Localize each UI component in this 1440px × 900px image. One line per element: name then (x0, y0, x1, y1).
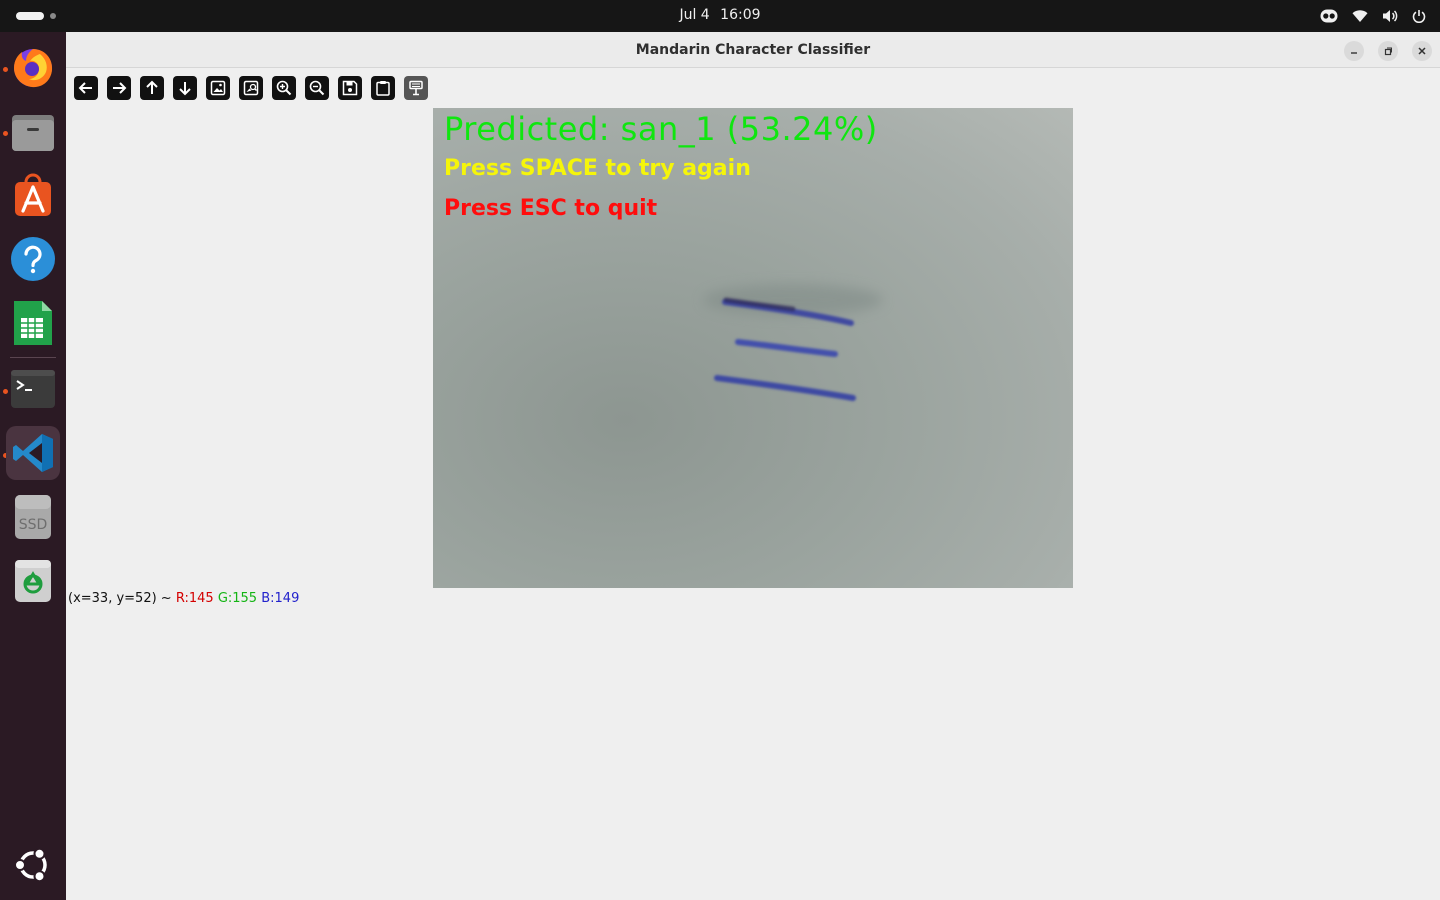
title-bar[interactable]: Mandarin Character Classifier (66, 32, 1440, 68)
remote-desktop-icon[interactable] (1320, 9, 1338, 23)
app-window: Mandarin Character Classifier Predicted:… (66, 32, 1440, 900)
maximize-button[interactable] (1378, 41, 1398, 61)
prediction-text: Predicted: san_1 (53.24%) (444, 110, 878, 148)
firefox-icon (10, 44, 56, 90)
dock-item-calc[interactable] (6, 296, 60, 350)
copy-to-clipboard-button[interactable] (371, 76, 395, 100)
terminal-icon (10, 369, 56, 409)
show-apps-button[interactable] (6, 838, 60, 892)
pixel-red-value: R:145 (175, 591, 214, 606)
clock[interactable]: Jul 4 16:09 (0, 0, 1440, 32)
ubuntu-logo-icon (14, 846, 52, 884)
spreadsheet-icon (10, 298, 56, 348)
dock-item-terminal[interactable] (6, 362, 60, 416)
dock-item-vscode[interactable] (6, 426, 60, 480)
zoom-out-button[interactable] (305, 76, 329, 100)
minimize-button[interactable] (1344, 41, 1364, 61)
dock-item-app-center[interactable] (6, 168, 60, 222)
clock-date: Jul 4 (679, 7, 710, 23)
save-button[interactable] (338, 76, 362, 100)
files-icon (10, 108, 56, 154)
vscode-icon (11, 431, 55, 475)
dock-item-ssd[interactable]: SSD (6, 490, 60, 544)
app-center-icon (10, 172, 56, 218)
arrow-up-icon (146, 80, 158, 94)
pan-right-button[interactable] (107, 76, 131, 100)
power-icon[interactable] (1412, 9, 1426, 23)
clipboard-icon (376, 81, 390, 96)
pan-up-button[interactable] (140, 76, 164, 100)
image-icon (210, 80, 226, 96)
drive-label: SSD (18, 517, 48, 533)
properties-button[interactable] (404, 76, 428, 100)
top-bar: Jul 4 16:09 (0, 0, 1440, 32)
wifi-icon[interactable] (1352, 9, 1368, 23)
window-title: Mandarin Character Classifier (635, 42, 871, 58)
zoom-out-icon (309, 80, 325, 96)
zoom-in-button[interactable] (272, 76, 296, 100)
image-zoom-icon (243, 80, 259, 96)
close-button[interactable] (1412, 41, 1432, 61)
zoom-original-button[interactable] (206, 76, 230, 100)
zoom-in-icon (276, 80, 292, 96)
arrow-right-icon (113, 82, 127, 94)
help-icon (10, 236, 56, 282)
dock-item-files[interactable] (6, 104, 60, 158)
close-icon (1418, 47, 1426, 55)
retry-hint-text: Press SPACE to try again (444, 156, 751, 181)
trash-icon (13, 558, 53, 604)
save-icon (342, 80, 358, 96)
dock-item-help[interactable] (6, 232, 60, 286)
image-toolbar (74, 76, 428, 100)
camera-frame[interactable]: Predicted: san_1 (53.24%) Press SPACE to… (433, 108, 1073, 588)
cursor-coordinates: (x=33, y=52) ~ (68, 591, 172, 606)
clock-time: 16:09 (720, 7, 761, 23)
pan-down-button[interactable] (173, 76, 197, 100)
dock-separator (10, 357, 56, 358)
volume-icon[interactable] (1382, 9, 1398, 23)
quit-hint-text: Press ESC to quit (444, 196, 658, 221)
drive-icon: SSD (14, 494, 52, 540)
arrow-left-icon (78, 82, 92, 94)
dock-item-firefox[interactable] (6, 40, 60, 94)
system-tray[interactable] (1320, 0, 1426, 32)
minimize-icon (1351, 52, 1357, 54)
pixel-status-bar: (x=33, y=52) ~ R:145 G:155 B:149 (68, 591, 299, 606)
properties-icon (409, 80, 423, 96)
restore-icon (1384, 47, 1392, 56)
zoom-fit-button[interactable] (239, 76, 263, 100)
arrow-down-icon (179, 82, 191, 96)
pixel-green-value: G:155 (217, 591, 258, 606)
pixel-blue-value: B:149 (261, 591, 300, 606)
pan-left-button[interactable] (74, 76, 98, 100)
dock-item-trash[interactable] (6, 554, 60, 608)
dock: SSD (0, 32, 66, 900)
